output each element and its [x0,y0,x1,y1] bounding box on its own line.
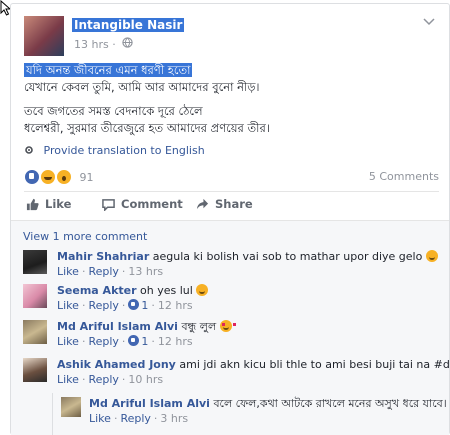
post-line: ধলেশ্বরী, সুরমার তীরেজুরে হত আমাদের প্রণ… [24,121,270,135]
separator-dot: · [112,38,120,51]
reply-thread-line [52,393,53,435]
post-line: যেখানে কেবল তুমি, আমি আর আমাদের বুনো নীড… [24,80,260,94]
author-avatar[interactable] [24,16,64,56]
comment-text: aegula ki bolish vai sob to mathar upor … [152,250,423,263]
comment-icon [102,198,115,211]
like-button[interactable]: Like [26,197,71,211]
post-card: Intangible Nasir 13 hrs · যদি অনন্ত জীবন… [10,3,450,435]
post-header: Intangible Nasir 13 hrs · [24,16,439,56]
comment-body: Ashik Ahamed Jony ami jdi akn kicu bli t… [57,357,450,387]
comment-reply-link[interactable]: Reply [88,373,118,386]
comment-button[interactable]: Comment [102,197,183,211]
comments-count[interactable]: 5 Comments [369,170,439,183]
author-name[interactable]: Intangible Nasir [72,18,185,32]
smile-emoji-icon [196,284,209,296]
haha-reaction-icon[interactable] [39,169,56,185]
comment-like-count[interactable]: 1 [141,299,148,312]
post-meta: 13 hrs · [74,37,133,51]
comment-footer: Like · Reply · 13 hrs [57,265,164,278]
comment-time[interactable]: 13 hrs [128,265,163,278]
reaction-count[interactable]: 91 [79,171,93,184]
comment-time[interactable]: 12 hrs [158,335,193,348]
comment-footer: Like · Reply · 1 · 12 hrs [57,335,193,348]
comment-reply-link[interactable]: Reply [88,335,118,348]
comment-reply-link[interactable]: Reply [88,299,118,312]
post-line: তবে জগতের সমস্ত বেদনাকে দূরে ঠেলে [24,104,203,118]
comment-body: Md Ariful Islam Alvi বন্ধু লুল Like · Repl… [57,319,236,349]
share-button[interactable]: Share [196,197,253,211]
share-label: Share [215,197,253,211]
comment-time[interactable]: 12 hrs [158,299,193,312]
comment-time[interactable]: 10 hrs [128,373,163,386]
translate-label[interactable]: Provide translation to English [44,144,205,157]
comment-reply-link[interactable]: Reply [120,412,150,425]
comment-body: Seema Akter oh yes lul Like · Reply · 1 · 12 h… [57,283,209,313]
comments-section: View 1 more comment Mahir Shahriar aegul… [11,220,450,435]
commenter-name[interactable]: Md Ariful Islam Alvi [89,397,210,410]
like-label: Like [45,197,72,211]
reactions-bar: 91 5 Comments [24,169,439,185]
commenter-name[interactable]: Mahir Shahriar [57,250,149,263]
comment-like-link[interactable]: Like [57,299,79,312]
comment-label: Comment [121,197,183,211]
commenter-name[interactable]: Ashik Ahamed Jony [57,358,176,371]
comment-like-link[interactable]: Like [89,412,111,425]
translate-link[interactable]: Provide translation to English [24,144,205,157]
commenter-name[interactable]: Seema Akter [57,284,137,297]
view-more-comments-link[interactable]: View 1 more comment [23,230,147,243]
post-line: যদি অনন্ত জীবনের এমন ধরণী হতো [24,63,193,77]
chevron-down-icon[interactable] [423,18,435,26]
comment-time[interactable]: 3 hrs [160,412,188,425]
gear-icon [25,146,33,154]
divider [24,191,439,192]
comment-footer: Like · Reply · 1 · 12 hrs [57,299,193,312]
post-text: যদি অনন্ত জীবনের এমন ধরণী হতো যেখানে কেব… [24,62,439,137]
commenter-avatar[interactable] [23,358,47,382]
comment-footer: Like · Reply · 3 hrs [89,412,189,425]
comment-like-link[interactable]: Like [57,335,79,348]
like-count-icon [128,299,140,310]
comment-text: বন্ধু লুল [181,320,217,333]
wow-reaction-icon[interactable] [55,169,72,185]
comment-text: ami jdi akn kicu bli thle to ami besi bu… [179,358,450,371]
commenter-avatar[interactable] [23,250,47,274]
comment-like-link[interactable]: Like [57,265,79,278]
commenter-name[interactable]: Md Ariful Islam Alvi [57,320,178,333]
heart-eyes-emoji-icon [219,320,236,332]
thumbs-up-icon [26,198,39,210]
like-reaction-icon[interactable] [24,169,40,185]
post-time[interactable]: 13 hrs [74,38,109,51]
commenter-avatar[interactable] [23,284,47,308]
comment-text: বলে ফেল,কথা আটকে রাখলে মনের অসুখ ধরে যাব… [213,397,447,410]
comment-text: oh yes lul [140,284,193,297]
post-actions: Like Comment Share [24,197,439,215]
comment-like-count[interactable]: 1 [141,335,148,348]
comment-like-link[interactable]: Like [57,373,79,386]
comment-body: Mahir Shahriar aegula ki bolish vai sob … [57,249,438,279]
comment-body: Md Ariful Islam Alvi বলে ফেল,কথা আটকে রা… [89,396,447,426]
globe-icon[interactable] [122,37,133,48]
commenter-avatar[interactable] [23,320,47,344]
share-arrow-icon [196,198,209,209]
comment-reply-link[interactable]: Reply [88,265,118,278]
comment-footer: Like · Reply · 10 hrs [57,373,164,386]
like-count-icon [128,335,140,346]
smile-emoji-icon [425,250,438,262]
commenter-avatar[interactable] [61,397,81,417]
